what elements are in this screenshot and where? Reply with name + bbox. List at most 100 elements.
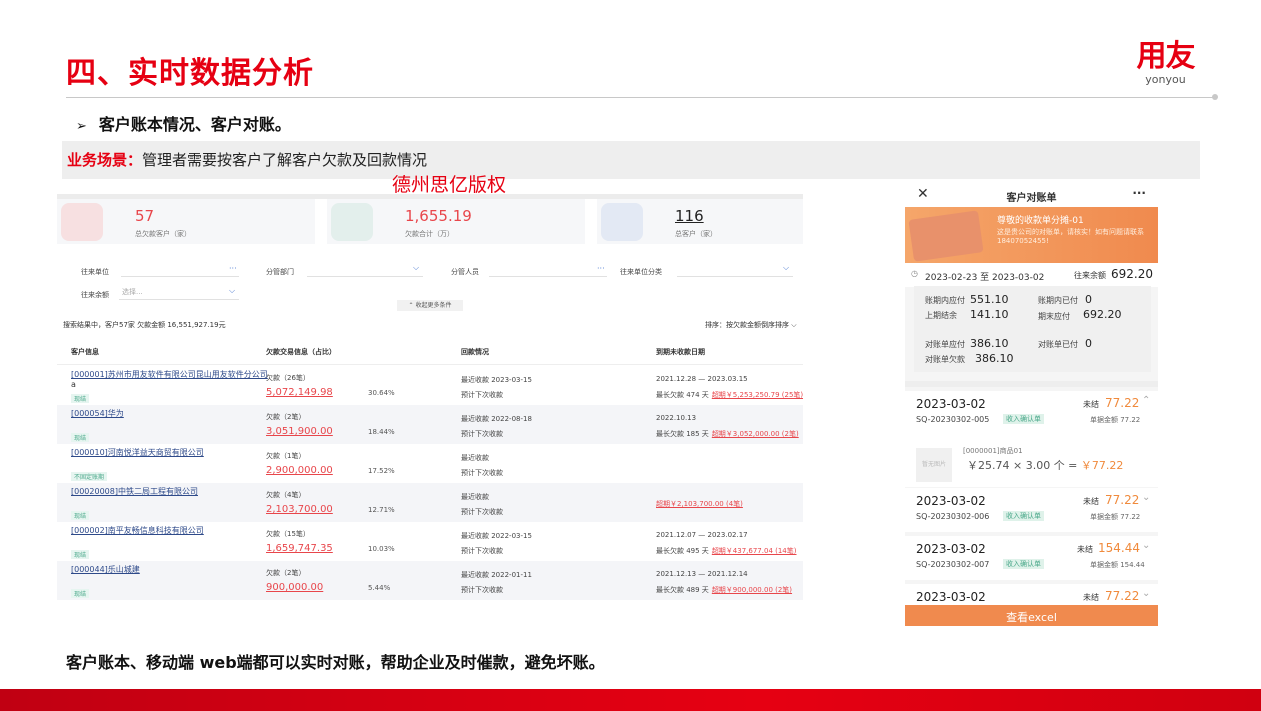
title-divider-dot [1212, 94, 1218, 100]
recent-receipt: 最近收款 2023-03-15 [461, 376, 532, 384]
kpi-debt-total[interactable]: 1,655.19 欠款合计（万） [327, 199, 585, 244]
next-receipt: 预计下次收款 [461, 508, 503, 516]
customer-link[interactable]: [000001]苏州市用友软件有限公司昆山用友软件分公司 [71, 369, 268, 380]
debt-amount-link[interactable]: 900,000.00 [266, 582, 323, 593]
settle-tag: 现结 [71, 394, 90, 403]
dept-select[interactable] [307, 264, 423, 277]
table-row[interactable]: [000054]华为 现结 欠款（2笔） 3,051,900.00 18.44%… [57, 405, 803, 444]
debt-amount-link[interactable]: 3,051,900.00 [266, 426, 333, 437]
max-age-text: 最长欠款 185 天 [656, 430, 709, 438]
collapse-filters-button[interactable]: ⌃ 收起更多条件 [397, 300, 463, 311]
debt-amount-link[interactable]: 1,659,747.35 [266, 543, 333, 554]
bullet-arrow-icon: ➢ [76, 119, 87, 134]
header-receipt: 回款情况 [461, 348, 489, 356]
stat-label: 账期内已付 [1038, 296, 1078, 305]
overdue-link[interactable]: 超期￥437,677.04 (14笔) [712, 547, 797, 555]
table-header: 客户信息 欠款交易信息（占比） 回款情况 到期未收款日期 [57, 335, 803, 365]
kpi-debt-customers[interactable]: 57 总欠款客户（家） [57, 199, 315, 244]
chevron-down-icon[interactable]: ⌵ [783, 263, 789, 273]
table-row[interactable]: [000001]苏州市用友软件有限公司昆山用友软件分公司 a 现结 欠款（26笔… [57, 366, 803, 405]
sort-label: 排序：按欠款金额倒序排序 [705, 321, 789, 329]
statement-item[interactable]: 2023-03-02 未结 154.44 ⌄ SQ-20230302-007 收… [905, 536, 1158, 580]
customer-link[interactable]: [000010]河南悦洋益天商贸有限公司 [71, 447, 204, 458]
customer-link[interactable]: [000044]乐山城建 [71, 564, 140, 575]
filter-label-category: 往来单位分类 [620, 268, 662, 276]
header-due: 到期未收款日期 [656, 348, 705, 356]
stat-value: 692.20 [1083, 308, 1122, 321]
debt-amount-link[interactable]: 5,072,149.98 [266, 387, 333, 398]
product-thumbnail: 暂无图片 [916, 448, 952, 482]
kpi-caption: 总欠款客户（家） [135, 230, 191, 238]
statement-item[interactable]: 2023-03-02 未结 77.22 ⌃ SQ-20230302-005 收入… [905, 391, 1158, 487]
balance-value: 692.20 [1111, 267, 1153, 281]
more-menu-icon[interactable]: ··· [1132, 186, 1146, 200]
collapse-filters-label: 收起更多条件 [415, 302, 452, 309]
stat-value: 386.10 [970, 337, 1009, 350]
person-input[interactable] [489, 264, 607, 277]
overdue-link[interactable]: 超期￥5,253,250.79 (25笔) [712, 391, 803, 399]
debt-count: 欠款（26笔） [266, 374, 310, 382]
item-amount: 77.22 [1105, 589, 1140, 603]
overdue-link[interactable]: 超期￥3,052,000.00 (2笔) [712, 430, 799, 438]
filter-label-dept: 分管部门 [266, 268, 294, 276]
customer-link[interactable]: [000054]华为 [71, 408, 124, 419]
item-number: SQ-20230302-006 [916, 512, 990, 521]
overdue-link[interactable]: 超期￥900,000.00 (2笔) [712, 586, 792, 594]
table-row[interactable]: [00020008]中铁二局工程有限公司 现结 欠款（4笔） 2,103,700… [57, 483, 803, 522]
debt-percent: 12.71% [368, 506, 395, 514]
stat-label: 对账单应付 [925, 340, 965, 349]
mobile-statement: ✕ 客户对账单 ··· 尊敬的收款单分摊-01 这是贵公司的对账单，请核实！如有… [905, 183, 1158, 626]
chevron-down-icon[interactable]: ⌄ [1142, 588, 1150, 599]
item-doc-amount: 单据金额 77.22 [1090, 416, 1141, 424]
recent-receipt: 最近收款 2022-08-18 [461, 415, 532, 423]
kpi-total-customers[interactable]: 116 总客户（家） [597, 199, 803, 244]
table-row[interactable]: [000002]南平友畅信息科技有限公司 现结 欠款（15笔） 1,659,74… [57, 522, 803, 561]
chevron-down-icon[interactable]: ⌵ [413, 263, 419, 273]
chevron-up-icon[interactable]: ⌃ [1142, 395, 1150, 406]
statement-item[interactable]: 2023-03-02 未结 77.22 ⌄ [905, 584, 1158, 606]
customer-link[interactable]: [00020008]中铁二局工程有限公司 [71, 486, 198, 497]
product-name: [0000001]商品01 [963, 447, 1023, 455]
customer-link[interactable]: [000002]南平友畅信息科技有限公司 [71, 525, 204, 536]
item-type-tag: 收入确认单 [1003, 511, 1044, 521]
period-bar: ◷ 2023-02-23 至 2023-03-02 往来余额 692.20 [905, 263, 1158, 287]
chevron-down-icon[interactable]: ⌄ [1142, 540, 1150, 551]
more-dots-icon[interactable]: ··· [229, 264, 237, 273]
scenario-text: 管理者需要按客户了解客户欠款及回款情况 [142, 151, 428, 169]
header-debt: 欠款交易信息（占比） [266, 348, 336, 356]
recent-receipt: 最近收款 [461, 454, 489, 462]
footer-bar [0, 689, 1261, 711]
overdue-link[interactable]: 超期￥2,103,700.00 (4笔) [656, 500, 743, 508]
balance-select[interactable]: 选择... [119, 287, 239, 300]
view-excel-button[interactable]: 查看excel [905, 605, 1158, 626]
category-select[interactable] [677, 264, 793, 277]
product-calc: ￥25.74 × 3.00 个 = ￥77.22 [967, 457, 1123, 473]
mobile-header: ✕ 客户对账单 ··· [905, 183, 1158, 207]
statement-item[interactable]: 2023-03-02 未结 77.22 ⌄ SQ-20230302-006 收入… [905, 488, 1158, 532]
section-divider [905, 381, 1158, 387]
max-age-text: 最长欠款 474 天 [656, 391, 709, 399]
more-dots-icon[interactable]: ··· [597, 264, 605, 273]
chevron-down-icon[interactable]: ⌄ [1142, 492, 1150, 503]
item-number: SQ-20230302-005 [916, 415, 990, 424]
partner-unit-input[interactable] [121, 264, 239, 277]
stat-value: 551.10 [970, 293, 1009, 306]
table-row[interactable]: [000010]河南悦洋益天商贸有限公司 不固定账期 欠款（1笔） 2,900,… [57, 444, 803, 483]
summary-card: 账期内应付 551.10 账期内已付 0 上期结余 141.10 期末应付 69… [914, 286, 1151, 372]
max-age-text: 最长欠款 495 天 [656, 547, 709, 555]
debt-amount-link[interactable]: 2,900,000.00 [266, 465, 333, 476]
table-row[interactable]: [000044]乐山城建 现结 欠款（2笔） 900,000.00 5.44% … [57, 561, 803, 600]
stat-value: 0 [1085, 293, 1092, 306]
item-type-tag: 收入确认单 [1003, 414, 1044, 424]
chevron-down-icon[interactable]: ⌵ [229, 286, 235, 296]
item-status: 未结 [1077, 545, 1093, 554]
calc-expression: ￥25.74 × 3.00 个 = [967, 459, 1081, 472]
kpi-caption: 欠款合计（万） [405, 230, 454, 238]
sort-select[interactable]: 排序：按欠款金额倒序排序 ⌵ [705, 320, 797, 330]
balance-label: 往来余额 [1074, 271, 1106, 280]
debt-amount-link[interactable]: 2,103,700.00 [266, 504, 333, 515]
item-product-line: 暂无图片 [0000001]商品01 ￥25.74 × 3.00 个 = ￥77… [916, 446, 1146, 482]
watermark: 德州思亿版权 [392, 174, 507, 196]
stat-label: 对账单欠款 [925, 355, 965, 364]
item-number: SQ-20230302-007 [916, 560, 990, 569]
